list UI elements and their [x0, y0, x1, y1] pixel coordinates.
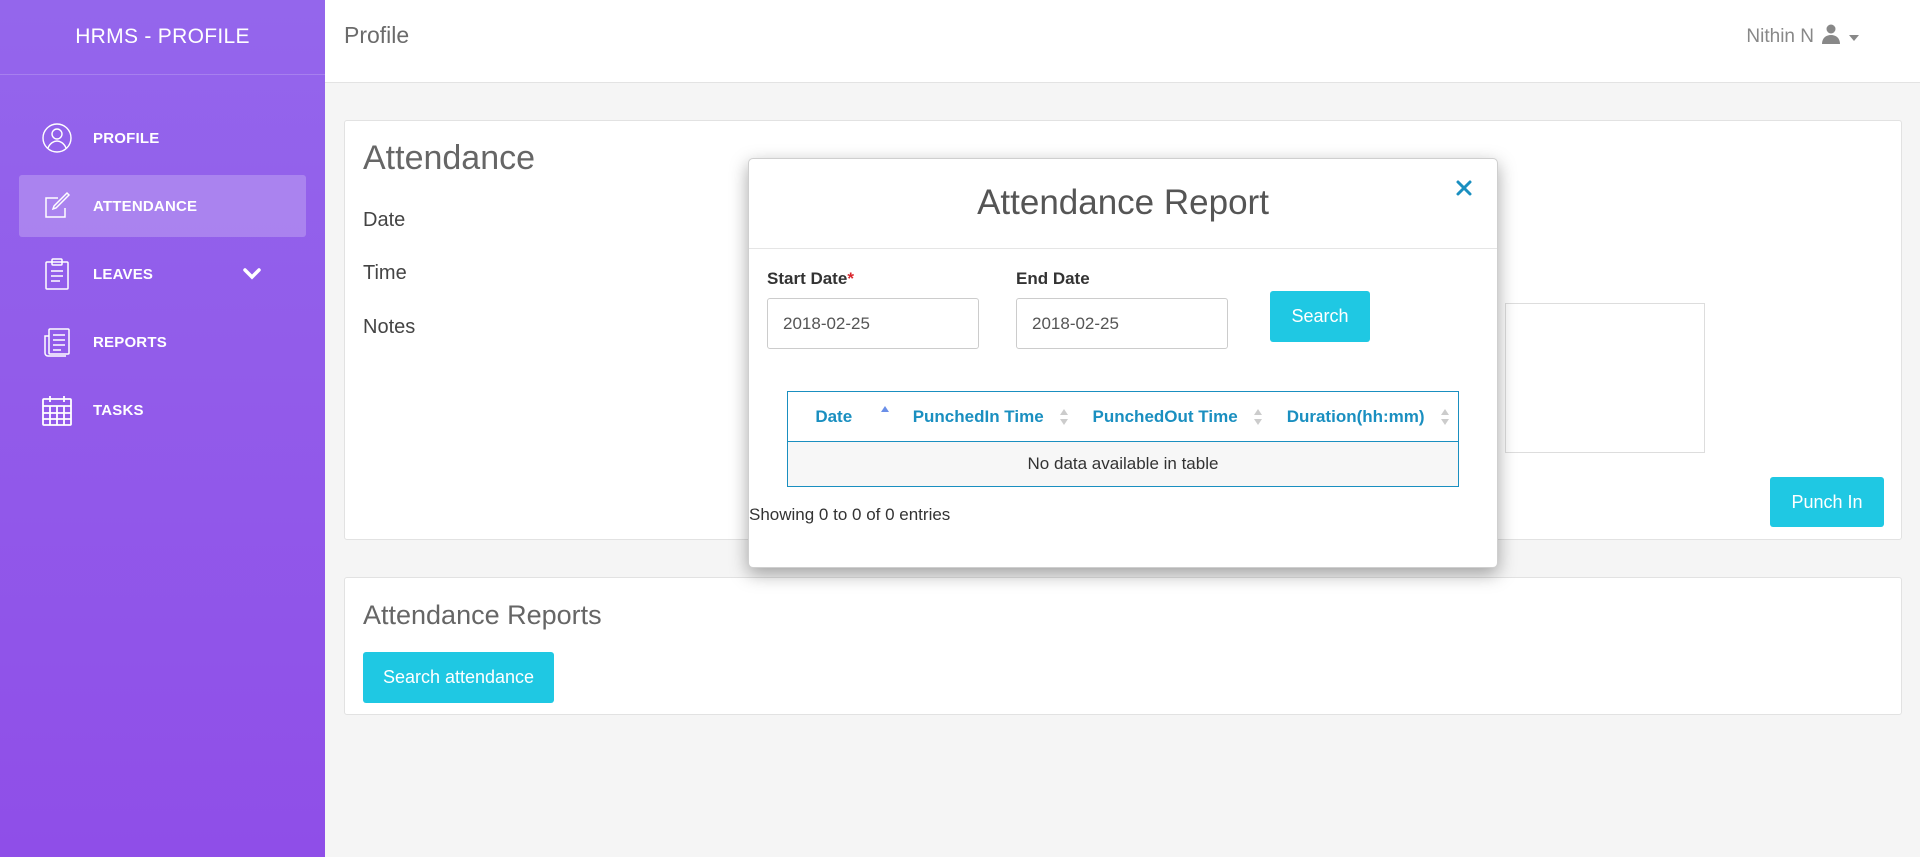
attendance-report-table: Date PunchedIn Time PunchedOut Time Dura…: [787, 391, 1459, 487]
attendance-reports-card: Attendance Reports Search attendance: [344, 577, 1902, 715]
sort-icon: [1254, 409, 1263, 425]
user-icon: [1822, 24, 1840, 50]
column-label: PunchedIn Time: [912, 406, 1044, 426]
page-title: Profile: [344, 22, 410, 48]
brand-title: HRMS - PROFILE: [0, 0, 325, 75]
column-label: Duration(hh:mm): [1286, 406, 1425, 426]
top-header: Profile Nithin N: [325, 0, 1920, 83]
edit-icon: [39, 188, 75, 224]
sidebar-item-label: ATTENDANCE: [93, 197, 198, 215]
column-header-date[interactable]: Date: [787, 391, 898, 442]
start-date-input[interactable]: [767, 298, 979, 349]
sidebar-item-attendance[interactable]: ATTENDANCE: [19, 175, 306, 237]
calendar-icon: [39, 392, 75, 428]
punch-in-button[interactable]: Punch In: [1770, 477, 1884, 527]
table-info: Showing 0 to 0 of 0 entries: [749, 505, 951, 524]
clipboard-icon: [39, 256, 75, 292]
date-label: Date: [363, 209, 406, 231]
sidebar-item-label: TASKS: [93, 401, 144, 419]
modal-title: Attendance Report: [977, 183, 1269, 222]
search-button[interactable]: Search: [1270, 291, 1370, 342]
sidebar-item-label: REPORTS: [93, 333, 167, 351]
column-label: Date: [815, 406, 853, 426]
attendance-reports-title: Attendance Reports: [363, 600, 602, 630]
attendance-title: Attendance: [363, 139, 536, 177]
chevron-down-icon[interactable]: [239, 261, 265, 287]
sidebar-item-leaves[interactable]: LEAVES: [19, 243, 306, 305]
table-row: No data available in table: [787, 441, 1459, 487]
sidebar-item-profile[interactable]: PROFILE: [19, 107, 306, 169]
column-header-duration[interactable]: Duration(hh:mm): [1271, 391, 1459, 442]
start-date-label: Start Date*: [767, 269, 854, 289]
user-name: Nithin N: [1746, 26, 1814, 47]
sort-icon: [1441, 409, 1449, 425]
report-icon: [39, 324, 75, 360]
sidebar-item-label: PROFILE: [93, 129, 160, 147]
notes-textarea[interactable]: [1505, 303, 1705, 453]
sidebar-item-label: LEAVES: [93, 265, 154, 283]
notes-label: Notes: [363, 316, 416, 338]
caret-down-icon: [1848, 26, 1860, 48]
end-date-label: End Date: [1016, 269, 1090, 288]
column-header-punchedout-time[interactable]: PunchedOut Time: [1076, 391, 1272, 442]
empty-table-message: No data available in table: [787, 441, 1459, 487]
sidebar-item-reports[interactable]: REPORTS: [19, 311, 306, 373]
start-date-label-text: Start Date: [767, 269, 848, 288]
search-attendance-button[interactable]: Search attendance: [363, 652, 554, 703]
attendance-report-modal: Attendance Report Start Date* End Date S…: [748, 158, 1498, 568]
column-label: PunchedOut Time: [1092, 406, 1238, 426]
column-header-punchedin-time[interactable]: PunchedIn Time: [897, 391, 1077, 442]
sidebar-item-tasks[interactable]: TASKS: [19, 379, 306, 441]
close-icon[interactable]: [1453, 177, 1475, 199]
user-menu[interactable]: Nithin N: [1746, 24, 1860, 50]
required-mark: *: [847, 269, 854, 288]
sidebar: HRMS - PROFILE PROFILE ATTENDANCE LEAVES: [0, 0, 325, 857]
time-label: Time: [363, 262, 407, 284]
user-circle-icon: [39, 120, 75, 156]
modal-header: Attendance Report: [749, 159, 1497, 249]
end-date-input[interactable]: [1016, 298, 1228, 349]
sort-icon: [1059, 409, 1068, 425]
sort-asc-icon: [880, 406, 889, 412]
